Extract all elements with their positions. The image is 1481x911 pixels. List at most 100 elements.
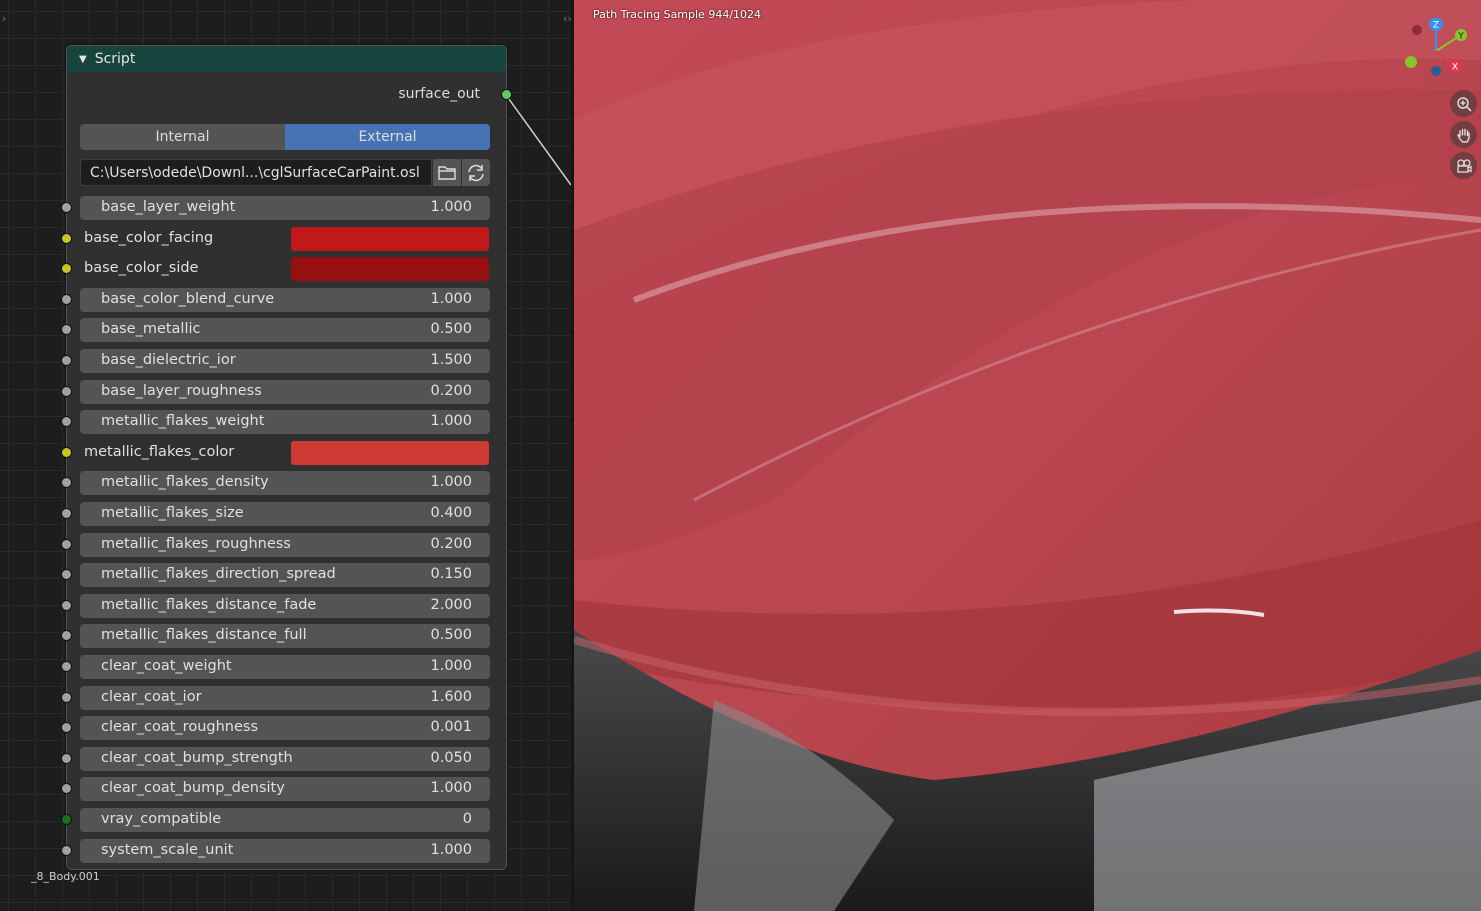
property-label: clear_coat_bump_strength [101, 750, 293, 766]
property-value: 0 [462, 811, 472, 827]
property-field[interactable]: vray_compatible 0 [80, 808, 490, 832]
property-label: clear_coat_bump_density [101, 780, 285, 796]
property-value: 2.000 [430, 597, 472, 613]
property-field[interactable]: base_layer_weight 1.000 [80, 196, 490, 220]
property-value: 0.400 [430, 505, 472, 521]
property-value: 1.000 [430, 199, 472, 215]
property-value: 0.150 [430, 566, 472, 582]
metallic_flakes_size-socket[interactable] [61, 508, 72, 519]
property-label: base_layer_weight [101, 199, 236, 215]
property-row[interactable]: base_color_facing [80, 227, 490, 251]
mode-toggle[interactable]: Internal External [80, 124, 490, 150]
collapse-triangle-icon[interactable]: ▼ [79, 54, 87, 65]
pan-hand-icon[interactable] [1450, 121, 1477, 148]
property-value: 0.050 [430, 750, 472, 766]
property-label: base_color_facing [84, 230, 214, 246]
render-viewport[interactable]: Path Tracing Sample 944/1024 Z Y X [574, 0, 1481, 911]
metallic_flakes_roughness-socket[interactable] [61, 539, 72, 550]
base_color_blend_curve-socket[interactable] [61, 294, 72, 305]
property-value: 0.200 [430, 383, 472, 399]
property-field[interactable]: clear_coat_bump_density 1.000 [80, 777, 490, 801]
property-label: system_scale_unit [101, 842, 234, 858]
render-status: Path Tracing Sample 944/1024 [593, 8, 762, 21]
property-label: metallic_flakes_distance_full [101, 627, 307, 643]
base_color_side-socket[interactable] [61, 263, 72, 274]
clear_coat_bump_strength-socket[interactable] [61, 753, 72, 764]
base_color_facing-socket[interactable] [61, 233, 72, 244]
property-field[interactable]: clear_coat_weight 1.000 [80, 655, 490, 679]
metallic_flakes_distance_full-socket[interactable] [61, 630, 72, 641]
property-field[interactable]: metallic_flakes_size 0.400 [80, 502, 490, 526]
metallic_flakes_distance_fade-socket[interactable] [61, 600, 72, 611]
property-field[interactable]: clear_coat_ior 1.600 [80, 686, 490, 710]
property-field[interactable]: metallic_flakes_direction_spread 0.150 [80, 563, 490, 587]
color-swatch[interactable] [291, 257, 489, 281]
svg-text:X: X [1452, 63, 1458, 73]
color-swatch[interactable] [291, 227, 489, 251]
property-value: 0.200 [430, 536, 472, 552]
property-field[interactable]: metallic_flakes_distance_full 0.500 [80, 624, 490, 648]
base_dielectric_ior-socket[interactable] [61, 355, 72, 366]
system_scale_unit-socket[interactable] [61, 845, 72, 856]
property-field[interactable]: clear_coat_bump_strength 0.050 [80, 747, 490, 771]
clear_coat_roughness-socket[interactable] [61, 722, 72, 733]
property-value: 0.001 [430, 719, 472, 735]
base_metallic-socket[interactable] [61, 324, 72, 335]
property-row[interactable]: metallic_flakes_color [80, 441, 490, 465]
property-field[interactable]: metallic_flakes_roughness 0.200 [80, 533, 490, 557]
reload-icon[interactable] [462, 159, 490, 186]
property-label: vray_compatible [101, 811, 222, 827]
property-field[interactable]: base_layer_roughness 0.200 [80, 380, 490, 404]
property-label: metallic_flakes_color [84, 444, 235, 460]
property-label: base_metallic [101, 321, 201, 337]
property-field[interactable]: system_scale_unit 1.000 [80, 839, 490, 863]
node-header[interactable]: ▼ Script [67, 46, 506, 72]
folder-icon[interactable] [433, 159, 461, 186]
vray_compatible-socket[interactable] [61, 814, 72, 825]
property-label: clear_coat_ior [101, 689, 202, 705]
node-title: Script [94, 51, 136, 67]
property-field[interactable]: metallic_flakes_density 1.000 [80, 471, 490, 495]
base_layer_weight-socket[interactable] [61, 202, 72, 213]
property-value: 1.000 [430, 474, 472, 490]
mode-external-button[interactable]: External [285, 124, 490, 150]
property-field[interactable]: base_metallic 0.500 [80, 318, 490, 342]
metallic_flakes_density-socket[interactable] [61, 477, 72, 488]
property-label: base_dielectric_ior [101, 352, 236, 368]
property-field[interactable]: metallic_flakes_weight 1.000 [80, 410, 490, 434]
property-label: metallic_flakes_weight [101, 413, 265, 429]
property-value: 1.000 [430, 658, 472, 674]
property-label: metallic_flakes_distance_fade [101, 597, 317, 613]
property-field[interactable]: base_color_blend_curve 1.000 [80, 288, 490, 312]
metallic_flakes_weight-socket[interactable] [61, 416, 72, 427]
svg-text:Z: Z [1433, 21, 1439, 31]
property-value: 1.000 [430, 291, 472, 307]
property-field[interactable]: metallic_flakes_distance_fade 2.000 [80, 594, 490, 618]
navigation-gizmo[interactable]: Z Y X [1397, 18, 1467, 88]
metallic_flakes_direction_spread-socket[interactable] [61, 569, 72, 580]
filepath-field[interactable]: C:\Users\odede\Downl...\cglSurfaceCarPai… [80, 159, 432, 186]
script-node[interactable]: ▼ Script surface_out Internal External C… [61, 45, 512, 870]
clear_coat_ior-socket[interactable] [61, 692, 72, 703]
property-value: 1.000 [430, 413, 472, 429]
zoom-icon[interactable] [1450, 90, 1477, 117]
base_layer_roughness-socket[interactable] [61, 386, 72, 397]
property-label: base_color_blend_curve [101, 291, 275, 307]
surface-out-socket[interactable] [501, 89, 512, 100]
mode-internal-button[interactable]: Internal [80, 124, 285, 150]
clear_coat_weight-socket[interactable] [61, 661, 72, 672]
property-label: metallic_flakes_density [101, 474, 269, 490]
property-value: 1.500 [430, 352, 472, 368]
output-label: surface_out [398, 86, 480, 102]
property-row[interactable]: base_color_side [80, 257, 490, 281]
metallic_flakes_color-socket[interactable] [61, 447, 72, 458]
rendered-car-image [574, 0, 1481, 911]
property-label: base_layer_roughness [101, 383, 262, 399]
color-swatch[interactable] [291, 441, 489, 465]
property-field[interactable]: clear_coat_roughness 0.001 [80, 716, 490, 740]
property-value: 0.500 [430, 627, 472, 643]
node-editor[interactable]: › ‹› ▼ Script surface_out Internal Exter… [0, 0, 571, 911]
clear_coat_bump_density-socket[interactable] [61, 783, 72, 794]
camera-icon[interactable] [1450, 152, 1477, 179]
property-field[interactable]: base_dielectric_ior 1.500 [80, 349, 490, 373]
